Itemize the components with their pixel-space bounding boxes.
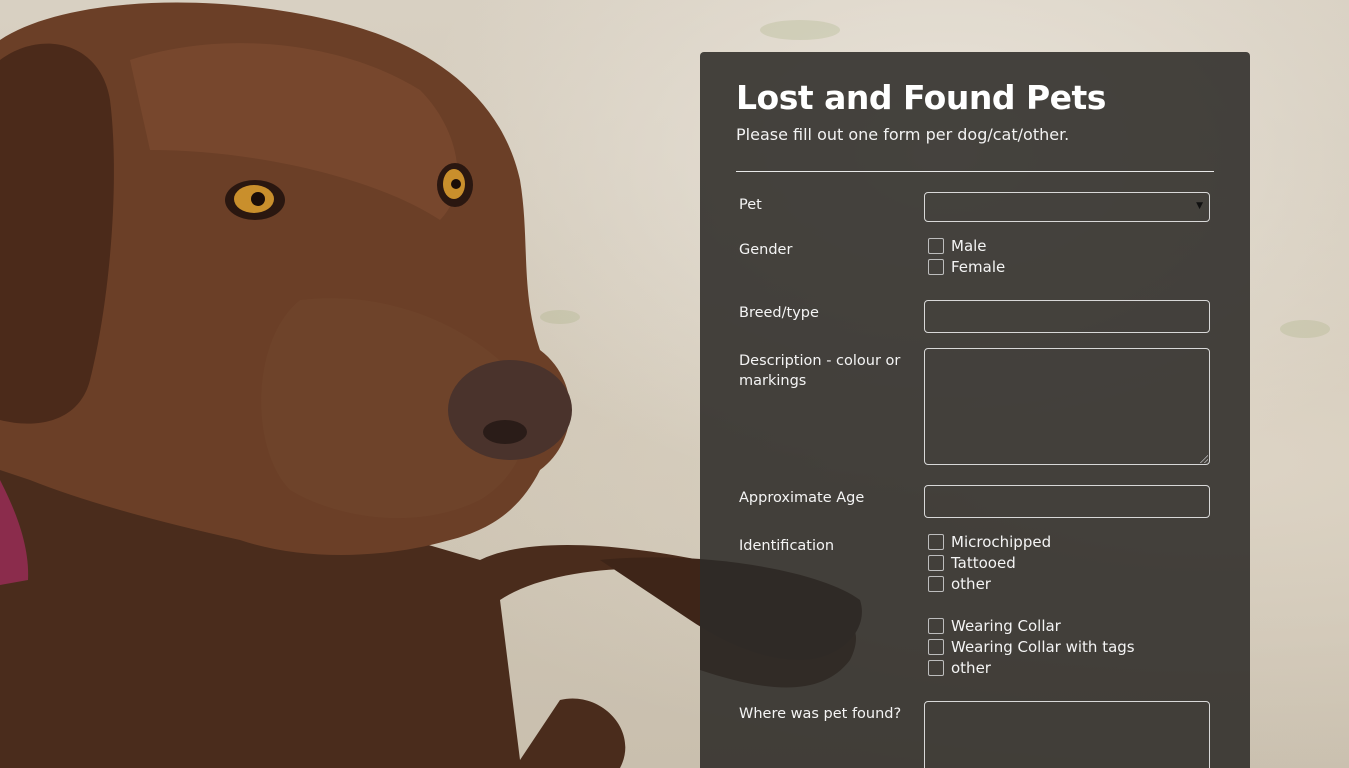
collar-other-label: other — [951, 658, 991, 677]
form-title: Lost and Found Pets — [736, 78, 1106, 117]
age-input[interactable] — [924, 485, 1210, 518]
chevron-down-icon: ▼ — [1196, 201, 1203, 211]
tattooed-checkbox[interactable] — [928, 554, 944, 571]
wearing-collar-label: Wearing Collar — [951, 616, 1061, 635]
pet-select[interactable]: ▼ — [924, 192, 1210, 222]
microchipped-checkbox[interactable] — [928, 533, 944, 550]
collar-tags-label: Wearing Collar with tags — [951, 637, 1135, 656]
microchipped-label: Microchipped — [951, 532, 1052, 551]
other-label: other — [951, 574, 991, 593]
id-option-other[interactable]: other — [928, 573, 991, 594]
form-subtitle: Please fill out one form per dog/cat/oth… — [736, 125, 1070, 144]
breed-label: Breed/type — [739, 305, 819, 321]
tattooed-label: Tattooed — [951, 553, 1016, 572]
male-label: Male — [951, 236, 987, 255]
collar-option-other[interactable]: other — [928, 657, 991, 678]
gender-option-female[interactable]: Female — [928, 256, 1005, 277]
other-checkbox[interactable] — [928, 575, 944, 592]
breed-input[interactable] — [924, 300, 1210, 333]
female-label: Female — [951, 257, 1006, 276]
where-found-label: Where was pet found? — [739, 706, 902, 722]
gender-label: Gender — [739, 242, 793, 258]
gender-option-male[interactable]: Male — [928, 235, 987, 256]
where-found-textarea[interactable] — [924, 701, 1210, 768]
collar-option-wearing[interactable]: Wearing Collar — [928, 615, 1061, 636]
description-label: Description - colour or markings — [739, 353, 901, 389]
divider — [736, 171, 1214, 172]
lost-found-form: Lost and Found Pets Please fill out one … — [700, 52, 1250, 768]
collar-option-tags[interactable]: Wearing Collar with tags — [928, 636, 1135, 657]
identification-label: Identification — [739, 538, 835, 554]
female-checkbox[interactable] — [928, 258, 944, 275]
resize-handle-icon[interactable] — [1200, 455, 1208, 463]
description-textarea[interactable] — [924, 348, 1210, 465]
id-option-microchipped[interactable]: Microchipped — [928, 531, 1051, 552]
collar-other-checkbox[interactable] — [928, 659, 944, 676]
collar-tags-checkbox[interactable] — [928, 638, 944, 655]
male-checkbox[interactable] — [928, 237, 944, 254]
pet-label: Pet — [739, 197, 762, 213]
wearing-collar-checkbox[interactable] — [928, 617, 944, 634]
age-label: Approximate Age — [739, 490, 865, 506]
id-option-tattooed[interactable]: Tattooed — [928, 552, 1016, 573]
